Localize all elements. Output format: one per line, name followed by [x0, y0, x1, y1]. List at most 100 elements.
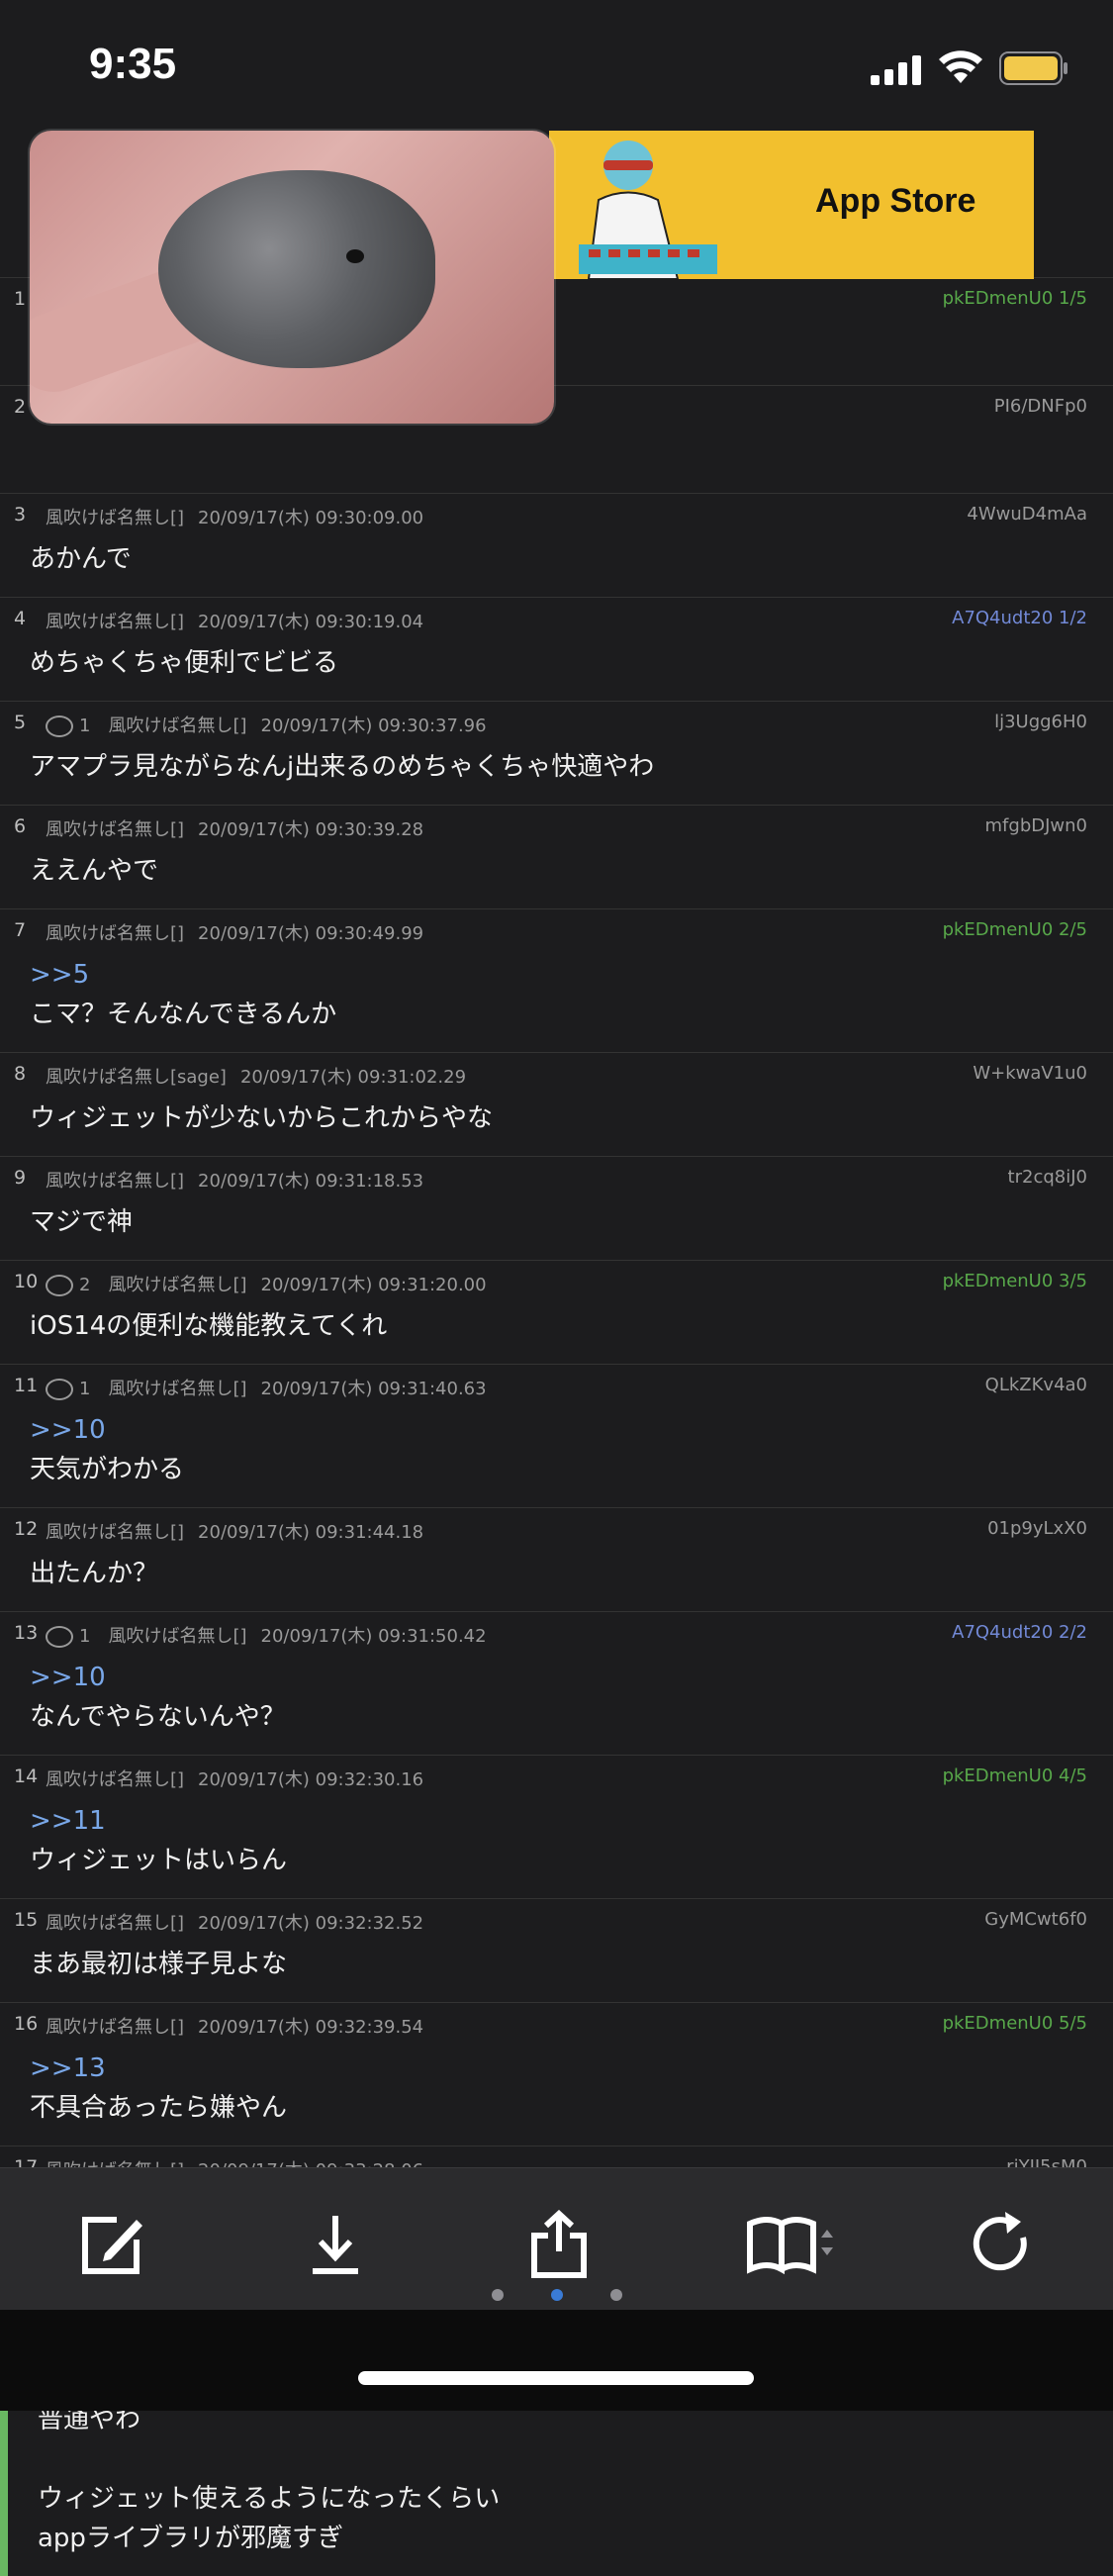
reply-anchor-link[interactable]: >>5 — [30, 955, 1099, 995]
reply-bubble-icon[interactable] — [46, 1626, 73, 1648]
post-item[interactable]: 9 風吹けば名無し[] 20/09/17(木) 09:31:18.53 tr2cq8i… — [0, 1156, 1113, 1260]
post-text: まあ最初は様子見よな — [30, 1950, 288, 1979]
page-dot[interactable] — [550, 2289, 563, 2301]
post-meta: 風吹けば名無し[] 20/09/17(木) 09:32:32.52 — [46, 1909, 423, 1935]
post-number[interactable]: 4 — [14, 608, 26, 629]
post-number[interactable]: 5 — [14, 712, 26, 733]
reply-count[interactable]: 1 — [79, 716, 90, 736]
post-date: 20/09/17(木) 09:31:50.42 — [260, 1626, 487, 1647]
post-text: めちゃくちゃ便利でビビる — [30, 648, 339, 678]
banner-ad[interactable]: App Store — [549, 131, 1034, 279]
post-number[interactable]: 13 — [14, 1622, 38, 1644]
post-item[interactable]: 10 2 風吹けば名無し[] 20/09/17(木) 09:31:20.00 pkEDm… — [0, 1260, 1113, 1364]
reply-bubble-icon[interactable] — [46, 716, 73, 737]
post-meta: 1 風吹けば名無し[] 20/09/17(木) 09:30:37.96 — [46, 712, 487, 737]
post-id[interactable]: pkEDmenU0 4/5 — [943, 1765, 1087, 1786]
post-id[interactable]: 01p9yLxX0 — [987, 1518, 1087, 1539]
download-icon[interactable] — [301, 2210, 370, 2279]
home-indicator[interactable] — [358, 2371, 754, 2385]
post-author: 風吹けば名無し[] — [46, 923, 185, 944]
post-item[interactable]: 15 風吹けば名無し[] 20/09/17(木) 09:32:32.52 GyMCwt… — [0, 1898, 1113, 2002]
reply-anchor-link[interactable]: >>11 — [30, 1801, 1099, 1841]
page-dot[interactable] — [491, 2289, 504, 2301]
post-item[interactable]: 11 1 風吹けば名無し[] 20/09/17(木) 09:31:40.63 QLkZK… — [0, 1364, 1113, 1507]
post-id[interactable]: mfgbDJwn0 — [985, 815, 1087, 836]
post-meta: 風吹けば名無し[] 20/09/17(木) 09:30:39.28 — [46, 815, 423, 841]
post-meta: 1 風吹けば名無し[] 20/09/17(木) 09:31:40.63 — [46, 1375, 487, 1400]
compose-icon[interactable] — [77, 2210, 146, 2279]
post-number[interactable]: 10 — [14, 1271, 38, 1292]
post-meta: 風吹けば名無し[] 20/09/17(木) 09:32:30.16 — [46, 1765, 423, 1791]
post-item[interactable]: 4 風吹けば名無し[] 20/09/17(木) 09:30:19.04 A7Q4udt… — [0, 597, 1113, 701]
post-body: アマプラ見ながらなんj出来るのめちゃくちゃ快適やわ — [0, 739, 1099, 805]
post-id[interactable]: 4WwuD4mAa — [967, 504, 1087, 525]
post-item[interactable]: 14 風吹けば名無し[] 20/09/17(木) 09:32:30.16 pkEDme… — [0, 1755, 1113, 1898]
post-number[interactable]: 11 — [14, 1375, 38, 1396]
reply-bubble-icon[interactable] — [46, 1379, 73, 1400]
post-id[interactable]: pkEDmenU0 2/5 — [943, 919, 1087, 940]
post-header: 15 風吹けば名無し[] 20/09/17(木) 09:32:32.52 GyMCwt… — [0, 1899, 1099, 1937]
post-id[interactable]: pkEDmenU0 1/5 — [943, 288, 1087, 309]
post-number[interactable]: 1 — [14, 288, 26, 310]
post-number[interactable]: 2 — [14, 396, 26, 418]
post-author: 風吹けば名無し[] — [108, 1626, 247, 1647]
post-text: アマプラ見ながらなんj出来るのめちゃくちゃ快適やわ — [30, 752, 655, 782]
signal-icon — [871, 55, 921, 85]
post-header: 8 風吹けば名無し[sage] 20/09/17(木) 09:31:02.29 W+k… — [0, 1053, 1099, 1091]
post-id[interactable]: pkEDmenU0 5/5 — [943, 2013, 1087, 2034]
post-body: あかんで — [0, 531, 1099, 597]
post-item[interactable]: 6 風吹けば名無し[] 20/09/17(木) 09:30:39.28 mfgbDJw… — [0, 805, 1113, 908]
post-header: 13 1 風吹けば名無し[] 20/09/17(木) 09:31:50.42 A7Q4u… — [0, 1612, 1099, 1650]
post-item[interactable]: 7 風吹けば名無し[] 20/09/17(木) 09:30:49.99 pkEDmen… — [0, 908, 1113, 1052]
post-number[interactable]: 9 — [14, 1167, 26, 1189]
page-indicator[interactable] — [0, 2286, 1113, 2305]
post-number[interactable]: 6 — [14, 815, 26, 837]
post-meta: 風吹けば名無し[] 20/09/17(木) 09:31:18.53 — [46, 1167, 423, 1193]
post-body: ウィジェットが少ないからこれからやな — [0, 1091, 1099, 1156]
reply-count[interactable]: 1 — [79, 1379, 90, 1399]
page-dot[interactable] — [609, 2289, 622, 2301]
reply-bubble-icon[interactable] — [46, 1275, 73, 1296]
share-icon[interactable] — [524, 2210, 594, 2279]
post-id[interactable]: tr2cq8iJ0 — [1008, 1167, 1087, 1188]
post-id[interactable]: W+kwaV1u0 — [973, 1063, 1087, 1084]
post-header: 16 風吹けば名無し[] 20/09/17(木) 09:32:39.54 pkEDme… — [0, 2003, 1099, 2041]
reload-icon[interactable] — [970, 2210, 1039, 2279]
post-id[interactable]: lj3Ugg6H0 — [994, 712, 1087, 732]
post-item[interactable]: 16 風吹けば名無し[] 20/09/17(木) 09:32:39.54 pkEDme… — [0, 2002, 1113, 2146]
post-author: 風吹けば名無し[] — [46, 1769, 185, 1790]
post-id[interactable]: A7Q4udt20 1/2 — [952, 608, 1087, 628]
bookmark-icon[interactable] — [744, 2210, 843, 2279]
post-body: >>10 なんでやらないんや？ — [0, 1650, 1099, 1755]
post-id[interactable]: QLkZKv4a0 — [985, 1375, 1087, 1395]
post-id[interactable]: A7Q4udt20 2/2 — [952, 1622, 1087, 1643]
post-header: 14 風吹けば名無し[] 20/09/17(木) 09:32:30.16 pkEDme… — [0, 1756, 1099, 1793]
post-number[interactable]: 7 — [14, 919, 26, 941]
post-item[interactable]: 3 風吹けば名無し[] 20/09/17(木) 09:30:09.00 4WwuD4m… — [0, 493, 1113, 597]
post-item[interactable]: 5 1 風吹けば名無し[] 20/09/17(木) 09:30:37.96 lj3Ugg… — [0, 701, 1113, 805]
reply-count[interactable]: 2 — [79, 1275, 90, 1295]
reply-anchor-link[interactable]: >>13 — [30, 2049, 1099, 2088]
post-id[interactable]: GyMCwt6f0 — [984, 1909, 1087, 1930]
post-item[interactable]: 13 1 風吹けば名無し[] 20/09/17(木) 09:31:50.42 A7Q4u… — [0, 1611, 1113, 1755]
post-number[interactable]: 12 — [14, 1518, 38, 1540]
post-text: iOS14の便利な機能教えてくれ — [30, 1311, 388, 1341]
post-id[interactable]: PI6/DNFp0 — [994, 396, 1087, 417]
post-author: 風吹けば名無し[] — [46, 2017, 185, 2038]
post-text: 不具合あったら嫌やん — [30, 2093, 288, 2123]
post-number[interactable]: 14 — [14, 1765, 38, 1787]
post-number[interactable]: 3 — [14, 504, 26, 525]
post-item[interactable]: 8 風吹けば名無し[sage] 20/09/17(木) 09:31:02.29 W+k… — [0, 1052, 1113, 1156]
post-item[interactable]: 12 風吹けば名無し[] 20/09/17(木) 09:31:44.18 01p9yL… — [0, 1507, 1113, 1611]
reply-anchor-link[interactable]: >>10 — [30, 1410, 1099, 1450]
reply-count[interactable]: 1 — [79, 1626, 90, 1647]
post-number[interactable]: 15 — [14, 1909, 38, 1931]
post-number[interactable]: 16 — [14, 2013, 38, 2035]
post-id[interactable]: pkEDmenU0 3/5 — [943, 1271, 1087, 1291]
post-number[interactable]: 8 — [14, 1063, 26, 1085]
post-text: なんでやらないんや？ — [30, 1702, 286, 1732]
reply-anchor-link[interactable]: >>10 — [30, 1658, 1099, 1697]
post-meta: 風吹けば名無し[] 20/09/17(木) 09:30:19.04 — [46, 608, 423, 633]
picture-in-picture-video[interactable] — [30, 131, 554, 424]
post-author: 風吹けば名無し[] — [46, 508, 185, 528]
